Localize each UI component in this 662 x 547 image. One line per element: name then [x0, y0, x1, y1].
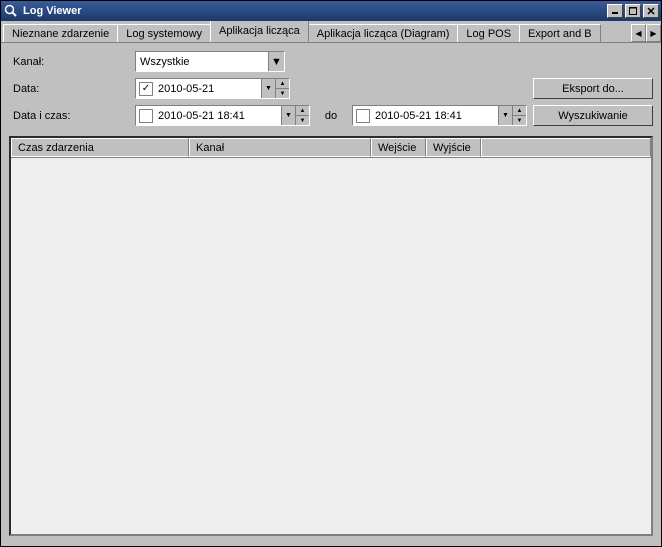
date-checkbox[interactable]: ✓ — [139, 82, 153, 96]
close-button[interactable] — [643, 4, 659, 18]
datetime-from-value[interactable]: 2010-05-21 18:41 — [156, 110, 281, 122]
datetime-from-dropdown-icon[interactable]: ▼ — [281, 106, 295, 125]
datetime-from-picker[interactable]: 2010-05-21 18:41 ▼ ▲ ▼ — [135, 105, 310, 126]
datetime-to-spin-down[interactable]: ▼ — [513, 116, 526, 125]
channel-select[interactable]: Wszystkie ▼ — [135, 51, 285, 72]
tab-counting-app[interactable]: Aplikacja licząca — [210, 21, 309, 42]
minimize-button[interactable] — [607, 4, 623, 18]
date-label: Data: — [9, 83, 129, 95]
tab-export-and-b[interactable]: Export and B — [519, 24, 601, 42]
content-area: Kanał: Wszystkie ▼ Data: ✓ 2010-05-21 ▼ … — [1, 43, 661, 546]
titlebar: Log Viewer — [1, 1, 661, 21]
tab-unknown-events[interactable]: Nieznane zdarzenie — [3, 24, 118, 42]
tab-scroll-arrows: ◀ ▶ — [631, 24, 661, 42]
datetime-from-spinner: ▲ ▼ — [295, 106, 309, 125]
datetime-to-value[interactable]: 2010-05-21 18:41 — [373, 110, 498, 122]
tab-counting-app-diagram[interactable]: Aplikacja licząca (Diagram) — [308, 24, 459, 42]
datetime-to-checkbox[interactable] — [356, 109, 370, 123]
datetime-label: Data i czas: — [9, 110, 129, 122]
chevron-down-icon[interactable]: ▼ — [268, 52, 284, 71]
datetime-to-spin-up[interactable]: ▲ — [513, 106, 526, 116]
tab-scroll-left[interactable]: ◀ — [631, 24, 646, 42]
tabs-bar: Nieznane zdarzenie Log systemowy Aplikac… — [1, 21, 661, 43]
col-in[interactable]: Wejście — [371, 138, 426, 157]
datetime-to-picker[interactable]: 2010-05-21 18:41 ▼ ▲ ▼ — [352, 105, 527, 126]
tabs-scroll: Nieznane zdarzenie Log systemowy Aplikac… — [3, 21, 631, 42]
export-button[interactable]: Eksport do... — [533, 78, 653, 99]
search-button[interactable]: Wyszukiwanie — [533, 105, 653, 126]
date-picker[interactable]: ✓ 2010-05-21 ▼ ▲ ▼ — [135, 78, 290, 99]
datetime-to-spinner: ▲ ▼ — [512, 106, 526, 125]
date-spinner: ▲ ▼ — [275, 79, 289, 98]
window-title: Log Viewer — [23, 5, 607, 17]
date-spin-up[interactable]: ▲ — [276, 79, 289, 89]
tab-system-log[interactable]: Log systemowy — [117, 24, 211, 42]
date-dropdown-icon[interactable]: ▼ — [261, 79, 275, 98]
date-spin-down[interactable]: ▼ — [276, 89, 289, 98]
magnifier-icon — [3, 3, 19, 19]
datetime-to-dropdown-icon[interactable]: ▼ — [498, 106, 512, 125]
results-table: Czas zdarzenia Kanał Wejście Wyjście — [9, 136, 653, 536]
to-label: do — [316, 110, 346, 122]
table-body — [11, 158, 651, 534]
channel-value: Wszystkie — [136, 56, 268, 68]
datetime-from-spin-down[interactable]: ▼ — [296, 116, 309, 125]
maximize-button[interactable] — [625, 4, 641, 18]
date-value[interactable]: 2010-05-21 — [156, 83, 261, 95]
channel-label: Kanał: — [9, 56, 129, 68]
window-controls — [607, 4, 659, 18]
tab-log-pos[interactable]: Log POS — [457, 24, 520, 42]
tab-scroll-right[interactable]: ▶ — [646, 24, 661, 42]
datetime-from-spin-up[interactable]: ▲ — [296, 106, 309, 116]
log-viewer-window: Log Viewer Nieznane zdarzenie Log system… — [0, 0, 662, 547]
col-empty[interactable] — [481, 138, 651, 157]
datetime-from-checkbox[interactable] — [139, 109, 153, 123]
table-header: Czas zdarzenia Kanał Wejście Wyjście — [11, 138, 651, 158]
col-out[interactable]: Wyjście — [426, 138, 481, 157]
col-channel[interactable]: Kanał — [189, 138, 371, 157]
col-event-time[interactable]: Czas zdarzenia — [11, 138, 189, 157]
filter-grid: Kanał: Wszystkie ▼ Data: ✓ 2010-05-21 ▼ … — [9, 51, 653, 126]
